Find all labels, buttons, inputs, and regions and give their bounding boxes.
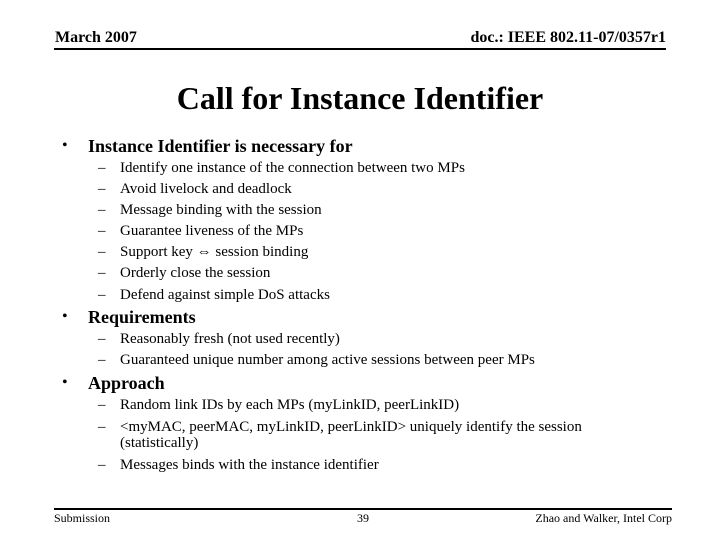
list-item: – Guaranteed unique number among active … <box>98 351 535 369</box>
bullet-icon: • <box>62 137 68 154</box>
list-item: – Reasonably fresh (not used recently) <box>98 330 340 348</box>
dash-icon: – <box>98 397 106 413</box>
section-heading: • Instance Identifier is necessary for <box>62 136 353 156</box>
dash-icon: – <box>98 352 106 368</box>
footer-submission: Submission <box>54 511 111 525</box>
list-item-text: Messages binds with the instance identif… <box>120 457 379 473</box>
slide-title: Call for Instance Identifier <box>176 80 544 116</box>
section-heading-text: Instance Identifier is necessary for <box>88 136 353 156</box>
list-item-text: Guaranteed unique number among active se… <box>120 352 535 368</box>
list-item: – Random link IDs by each MPs (myLinkID,… <box>98 396 460 414</box>
list-item-text: <myMAC, peerMAC, myLinkID, peerLinkID> u… <box>120 419 582 435</box>
list-item: – Identify one instance of the connectio… <box>98 159 465 177</box>
header-divider <box>54 48 666 50</box>
dash-icon: – <box>98 223 106 239</box>
list-item: – Defend against simple DoS attacks <box>98 286 330 304</box>
header-date: March 2007 <box>55 29 137 46</box>
list-item: – Message binding with the session <box>98 201 322 219</box>
dash-icon: – <box>98 160 106 176</box>
footer-authors: Zhao and Walker, Intel Corp <box>535 511 672 525</box>
dash-icon: – <box>98 331 106 347</box>
section-heading-text: Approach <box>88 373 165 393</box>
list-item-text: Identify one instance of the connection … <box>120 160 465 176</box>
list-item-text: Avoid livelock and deadlock <box>120 181 292 197</box>
list-item: – Guarantee liveness of the MPs <box>98 222 304 240</box>
footer-divider <box>54 508 672 510</box>
dash-icon: – <box>98 287 106 303</box>
list-item-text: Support key ⇔ session binding <box>120 244 309 260</box>
section-heading: • Requirements <box>62 307 196 327</box>
list-item: – Support key ⇔ session binding <box>98 243 309 261</box>
list-item: – Messages binds with the instance ident… <box>98 456 379 474</box>
list-item-text: Random link IDs by each MPs (myLinkID, p… <box>120 397 460 413</box>
section-heading: • Approach <box>62 373 165 393</box>
dash-icon: – <box>98 202 106 218</box>
bullet-icon: • <box>62 308 68 325</box>
dash-icon: – <box>98 181 106 197</box>
header-doc-id: doc.: IEEE 802.11-07/0357r1 <box>470 29 666 46</box>
list-item: – Avoid livelock and deadlock <box>98 180 292 198</box>
bullet-icon: • <box>62 374 68 391</box>
list-item-text: Orderly close the session <box>120 265 271 281</box>
list-item-text: Guarantee liveness of the MPs <box>120 223 304 239</box>
section-heading-text: Requirements <box>88 307 196 327</box>
dash-icon: – <box>98 265 106 281</box>
list-item-text: Message binding with the session <box>120 202 322 218</box>
dash-icon: – <box>98 457 106 473</box>
list-item-text: (statistically) <box>120 435 199 451</box>
dash-icon: – <box>98 244 106 260</box>
list-item-text: Defend against simple DoS attacks <box>120 287 330 303</box>
list-item-continuation: (statistically) <box>120 434 198 452</box>
list-item: – Orderly close the session <box>98 264 271 282</box>
page-number: 39 <box>357 511 369 525</box>
list-item-text: Reasonably fresh (not used recently) <box>120 331 340 347</box>
dash-icon: – <box>98 419 106 435</box>
